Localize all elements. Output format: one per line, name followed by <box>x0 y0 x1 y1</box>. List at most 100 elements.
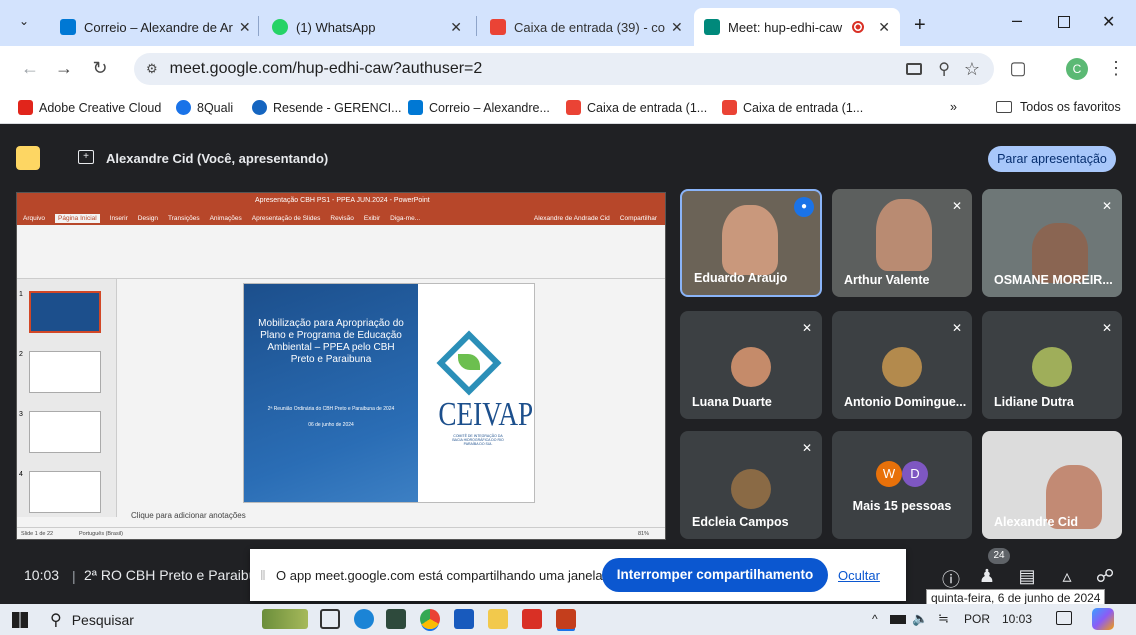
network-icon[interactable]: ≒ <box>938 611 949 627</box>
bookmark-item[interactable]: Caixa de entrada (1... <box>722 100 863 115</box>
bookmark-item[interactable]: Resende - GERENCI... <box>252 100 402 115</box>
close-window-button[interactable]: ✕ <box>1102 12 1115 32</box>
weather-widget-icon[interactable] <box>262 609 308 629</box>
ppt-tab[interactable]: Transições <box>168 215 200 222</box>
close-icon[interactable]: ✕ <box>870 19 890 36</box>
copilot-icon[interactable] <box>1092 608 1114 630</box>
avatar: W <box>876 461 902 487</box>
extensions-icon[interactable]: ▢ <box>1006 58 1030 79</box>
word-icon[interactable] <box>454 609 474 629</box>
ppt-tab[interactable]: Apresentação de Slides <box>252 215 321 222</box>
bookmark-star-icon[interactable]: ☆ <box>964 59 980 80</box>
taskbar-search[interactable]: ⚲ Pesquisar <box>44 606 254 634</box>
bookmark-item[interactable]: 8Quali <box>176 100 233 115</box>
keyboard-language[interactable]: POR <box>964 612 990 626</box>
forward-icon[interactable]: → <box>52 58 76 79</box>
outlook-icon <box>408 100 423 115</box>
participant-tile[interactable]: ✕ OSMANE MOREIR... <box>982 189 1122 297</box>
participant-tile[interactable]: Alexandre Cid <box>982 431 1122 539</box>
participant-tile[interactable]: ✕ Lidiane Dutra <box>982 311 1122 419</box>
back-icon[interactable]: ← <box>18 58 42 79</box>
ppt-tab[interactable]: Revisão <box>330 215 353 222</box>
task-view-icon[interactable] <box>320 609 340 629</box>
site-info-icon[interactable]: ⚙ <box>146 61 158 77</box>
close-icon[interactable]: ✕ <box>233 19 251 36</box>
slide-thumb[interactable] <box>29 471 101 513</box>
participant-tile[interactable]: ✕ Antonio Domingue... <box>832 311 972 419</box>
stop-presenting-button[interactable]: Parar apresentação <box>988 146 1116 172</box>
tab-meet[interactable]: Meet: hup-edhi-caw ✕ <box>694 8 900 46</box>
calculator-icon[interactable] <box>386 609 406 629</box>
chat-icon[interactable]: ▤ <box>1016 566 1038 587</box>
gmail-icon <box>566 100 581 115</box>
host-controls-icon[interactable]: ☍ <box>1094 566 1116 587</box>
close-icon[interactable]: ✕ <box>444 19 462 36</box>
more-bookmarks-button[interactable]: » <box>950 100 957 114</box>
participant-tile[interactable]: ● Eduardo Araujo <box>680 189 822 297</box>
gmail-icon <box>490 19 506 35</box>
close-icon[interactable]: ✕ <box>665 19 683 36</box>
people-icon[interactable]: ♟ <box>976 566 998 587</box>
slide-thumb[interactable] <box>29 351 101 393</box>
notifications-icon[interactable] <box>1056 611 1072 625</box>
activities-icon[interactable]: ▵ <box>1056 566 1078 587</box>
windows-start-icon[interactable] <box>12 612 28 628</box>
file-explorer-icon[interactable] <box>488 609 508 629</box>
bookmark-item[interactable]: Caixa de entrada (1... <box>566 100 707 115</box>
ppt-notes[interactable]: Clique para adicionar anotações <box>131 511 246 520</box>
participant-name: Arthur Valente <box>844 273 930 287</box>
maximize-button[interactable] <box>1058 16 1070 28</box>
ppt-tab[interactable]: Animações <box>210 215 242 222</box>
ppt-tab[interactable]: Exibir <box>364 215 380 222</box>
participant-tile[interactable]: ✕ Edcleia Campos <box>680 431 822 539</box>
mic-off-icon: ✕ <box>801 441 812 455</box>
hide-link[interactable]: Ocultar <box>838 568 880 583</box>
ppt-tab[interactable]: Diga-me... <box>390 215 420 222</box>
avatar <box>882 347 922 387</box>
address-bar[interactable]: ⚙ meet.google.com/hup-edhi-caw?authuser=… <box>134 53 994 85</box>
tab-label: (1) WhatsApp <box>296 19 376 35</box>
edge-icon[interactable] <box>354 609 374 629</box>
drag-handle-icon[interactable]: ‖ <box>260 567 266 583</box>
ppt-tab[interactable]: Página Inicial <box>55 213 100 223</box>
slide-number: 2 <box>19 351 23 358</box>
powerpoint-icon[interactable] <box>556 609 576 629</box>
zoom-icon[interactable]: ⚲ <box>938 59 950 79</box>
ppt-tab[interactable]: Arquivo <box>23 215 45 222</box>
acrobat-icon[interactable] <box>522 609 542 629</box>
minimize-button[interactable]: – <box>1012 10 1022 31</box>
ppt-ribbon-tabs: Arquivo Página Inicial Inserir Design Tr… <box>17 211 665 225</box>
tab-whatsapp[interactable]: (1) WhatsApp ✕ <box>262 8 472 46</box>
reload-icon[interactable]: ↻ <box>88 58 112 79</box>
tab-gmail[interactable]: Caixa de entrada (39) - co ✕ <box>480 8 690 46</box>
tray-chevron-icon[interactable]: ^ <box>872 612 878 626</box>
more-participants-tile[interactable]: W D Mais 15 pessoas <box>832 431 972 539</box>
volume-icon[interactable]: 🔈 <box>912 611 928 627</box>
all-bookmarks-button[interactable]: Todos os favoritos <box>996 100 1121 114</box>
avatar <box>731 469 771 509</box>
slide-thumb[interactable] <box>29 411 101 453</box>
bookmark-item[interactable]: Correio – Alexandre... <box>408 100 550 115</box>
taskbar-clock[interactable]: 10:03 <box>1002 612 1032 626</box>
cast-icon[interactable] <box>906 63 922 75</box>
menu-icon[interactable]: ⋮ <box>1104 58 1128 79</box>
participant-tile[interactable]: ✕ Luana Duarte <box>680 311 822 419</box>
tab-outlook[interactable]: Correio – Alexandre de Ar ✕ <box>50 8 255 46</box>
chrome-icon[interactable] <box>420 609 440 629</box>
battery-icon[interactable] <box>890 615 906 624</box>
ppt-tab[interactable]: Design <box>138 215 158 222</box>
new-tab-button[interactable]: + <box>914 14 926 37</box>
bookmark-item[interactable]: Adobe Creative Cloud <box>18 100 161 115</box>
slide-thumb[interactable] <box>29 291 101 333</box>
stop-sharing-button[interactable]: Interromper compartilhamento <box>602 558 828 592</box>
tab-search-button[interactable]: ⌄ <box>14 14 34 34</box>
8quali-icon <box>176 100 191 115</box>
profile-avatar[interactable]: C <box>1066 58 1088 80</box>
ppt-share-button[interactable]: Compartilhar <box>620 215 665 222</box>
participant-name: Antonio Domingue... <box>844 395 967 409</box>
bookmark-label: Caixa de entrada (1... <box>587 100 708 115</box>
share-notice-text: O app meet.google.com está compartilhand… <box>276 568 607 583</box>
participant-tile[interactable]: ✕ Arthur Valente <box>832 189 972 297</box>
bookmark-label: Resende - GERENCI... <box>273 100 402 115</box>
ppt-tab[interactable]: Inserir <box>110 215 128 222</box>
